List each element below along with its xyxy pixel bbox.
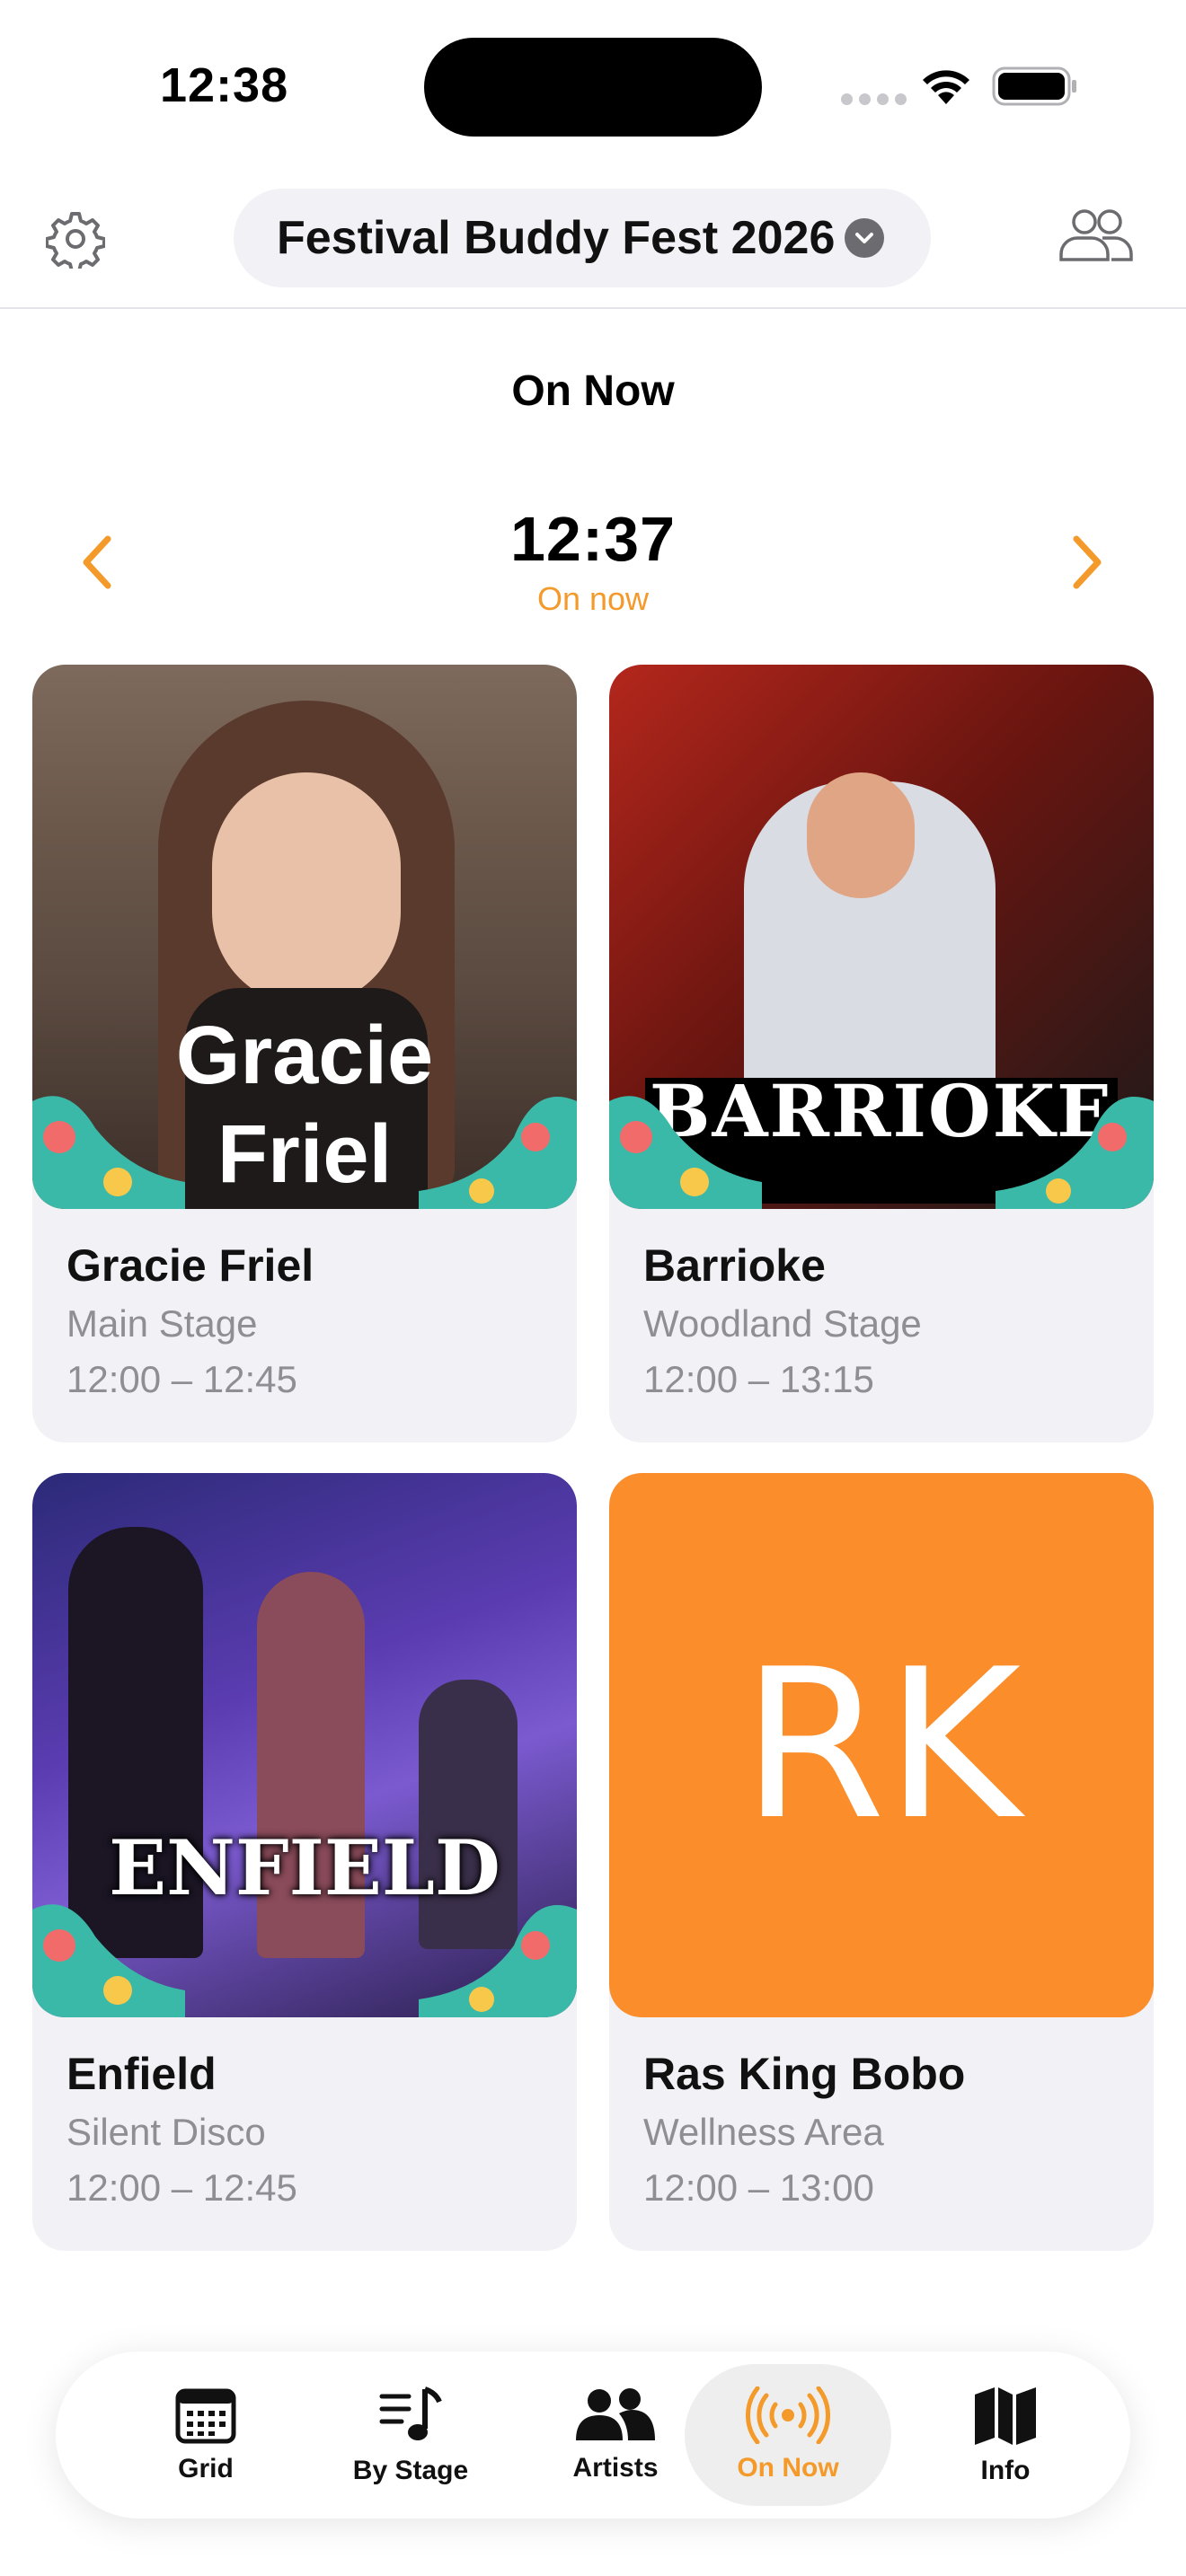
artist-image: BARRIOKE <box>609 665 1154 1209</box>
tab-label: Grid <box>178 2454 234 2483</box>
artist-stage: Wellness Area <box>643 2111 884 2153</box>
dynamic-island <box>424 38 762 137</box>
artist-time: 12:00 – 12:45 <box>66 2166 297 2209</box>
battery-icon <box>992 66 1076 106</box>
tab-by-stage[interactable]: By Stage <box>307 2364 514 2506</box>
broadcast-icon <box>745 2386 831 2444</box>
artist-card[interactable]: Gracie Friel Gracie Friel Main Stage 12:… <box>32 665 577 1442</box>
artist-placeholder-image: RK <box>609 1473 1154 2017</box>
people-icon <box>1059 209 1133 261</box>
cellular-signal-icon <box>841 93 907 105</box>
tab-grid[interactable]: Grid <box>102 2364 309 2506</box>
artist-time: 12:00 – 12:45 <box>66 1358 297 1400</box>
tab-on-now[interactable]: On Now <box>685 2364 891 2506</box>
tab-label: By Stage <box>352 2456 469 2485</box>
festival-name: Festival Buddy Fest 2026 <box>277 212 836 264</box>
artist-name: Barrioke <box>643 1240 826 1291</box>
floral-decoration <box>32 1904 577 2017</box>
friends-button[interactable] <box>1053 199 1139 271</box>
artist-card[interactable]: ENFIELD Enfield Silent Disco 12:00 – 12:… <box>32 1473 577 2251</box>
artist-stage: Silent Disco <box>66 2111 266 2153</box>
map-icon <box>975 2387 1036 2445</box>
tab-label: On Now <box>737 2453 839 2483</box>
tab-label: Artists <box>572 2453 659 2483</box>
artist-time: 12:00 – 13:15 <box>643 1358 874 1400</box>
status-time: 12:38 <box>160 58 289 112</box>
artist-name: Gracie Friel <box>66 1240 314 1291</box>
floral-decoration <box>32 1096 577 1209</box>
wifi-icon <box>923 70 969 104</box>
header-divider <box>0 307 1186 309</box>
artist-image: Gracie Friel <box>32 665 577 1209</box>
artist-card[interactable]: BARRIOKE Barrioke Woodland Stage 12:00 –… <box>609 665 1154 1442</box>
tab-label: Info <box>980 2456 1031 2485</box>
festival-selector[interactable]: Festival Buddy Fest 2026 <box>234 189 931 287</box>
chevron-right-icon <box>1073 535 1102 589</box>
current-time: 12:37 <box>509 504 677 574</box>
settings-button[interactable] <box>40 203 111 275</box>
tab-bar: Grid By Stage Artists On Now Info <box>56 2351 1130 2519</box>
chevron-down-icon <box>845 218 884 258</box>
calendar-icon <box>175 2388 236 2444</box>
floral-decoration <box>609 1096 1154 1209</box>
artist-card[interactable]: RK Ras King Bobo Wellness Area 12:00 – 1… <box>609 1473 1154 2251</box>
music-list-icon <box>379 2386 442 2440</box>
people-icon <box>576 2388 655 2440</box>
gear-icon <box>46 212 105 269</box>
artist-name: Ras King Bobo <box>643 2049 966 2099</box>
artist-initials: RK <box>741 1625 1022 1866</box>
artist-stage: Main Stage <box>66 1302 258 1345</box>
time-subtitle: On now <box>536 580 650 617</box>
artist-image: ENFIELD <box>32 1473 577 2017</box>
artist-time: 12:00 – 13:00 <box>643 2166 874 2209</box>
page-title: On Now <box>511 367 675 415</box>
next-time-button[interactable] <box>1060 528 1114 596</box>
tab-info[interactable]: Info <box>902 2364 1109 2506</box>
artist-name: Enfield <box>66 2049 217 2099</box>
artist-stage: Woodland Stage <box>643 1302 922 1345</box>
